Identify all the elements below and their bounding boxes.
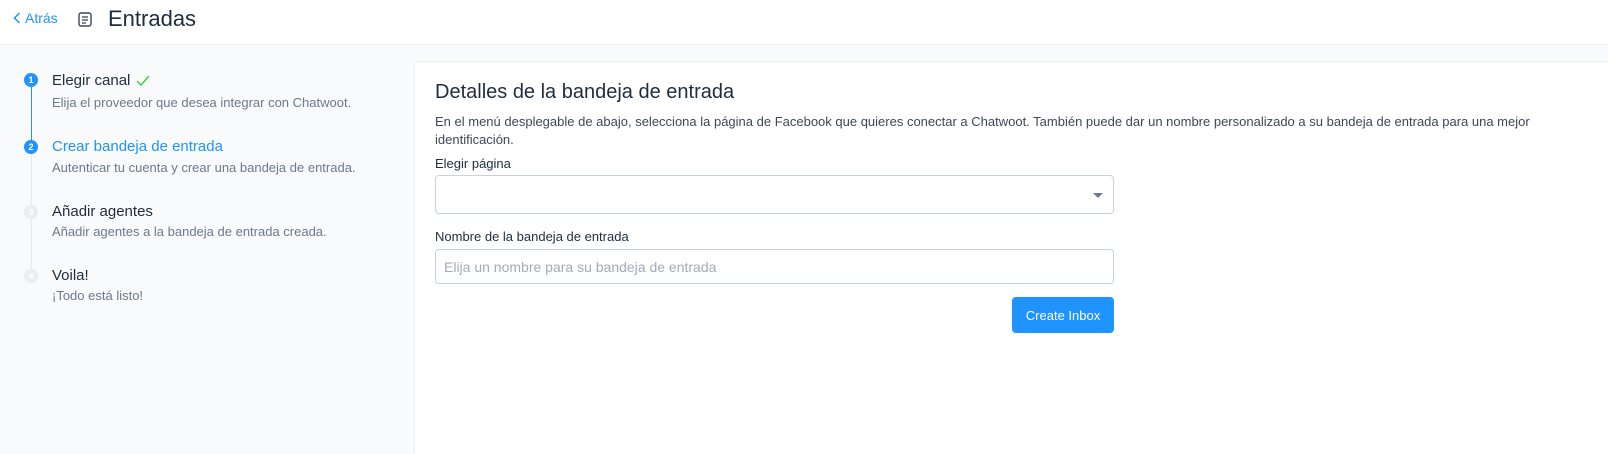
page-header: Atrás Entradas [0, 0, 1608, 45]
step-title: Añadir agentes [52, 203, 153, 220]
inbox-name-input[interactable] [435, 249, 1114, 284]
caret-down-icon [1093, 193, 1103, 198]
panel-title: Detalles de la bandeja de entrada [435, 81, 735, 103]
step-title: Voila! [52, 267, 89, 284]
step-connector [31, 152, 32, 210]
create-inbox-button[interactable]: Create Inbox [1012, 297, 1114, 333]
step-number: 1 [24, 73, 38, 87]
check-icon [136, 75, 150, 86]
panel-description: En el menú desplegable de abajo, selecci… [435, 114, 1530, 147]
back-label: Atrás [25, 10, 58, 26]
step-description: ¡Todo está listo! [52, 288, 144, 303]
chevron-left-icon [13, 12, 21, 24]
inbox-details-panel: Detalles de la bandeja de entrada En el … [414, 61, 1608, 454]
step-description: Autenticar tu cuenta y crear una bandeja… [52, 160, 356, 175]
content-area: 1 Elegir canal Elija el proveedor que de… [0, 46, 1608, 454]
step-description: Elija el proveedor que desea integrar co… [52, 95, 352, 110]
step-number: 2 [24, 140, 38, 154]
step-title: Crear bandeja de entrada [52, 138, 223, 155]
page-title: Entradas [108, 6, 197, 31]
back-link[interactable]: Atrás [13, 10, 58, 26]
step-number: 3 [24, 205, 38, 219]
wizard-steps: 1 Elegir canal Elija el proveedor que de… [0, 46, 414, 454]
step-number: 4 [24, 269, 38, 283]
step-description: Añadir agentes a la bandeja de entrada c… [52, 224, 327, 239]
step-connector [31, 86, 32, 146]
step-title-text: Elegir canal [52, 72, 131, 89]
inbox-name-label: Nombre de la bandeja de entrada [435, 229, 629, 244]
step-title: Elegir canal [52, 72, 150, 89]
page-select[interactable] [435, 175, 1114, 214]
step-connector [31, 216, 32, 274]
inbox-icon [78, 12, 92, 27]
page-select-label: Elegir página [435, 156, 511, 171]
